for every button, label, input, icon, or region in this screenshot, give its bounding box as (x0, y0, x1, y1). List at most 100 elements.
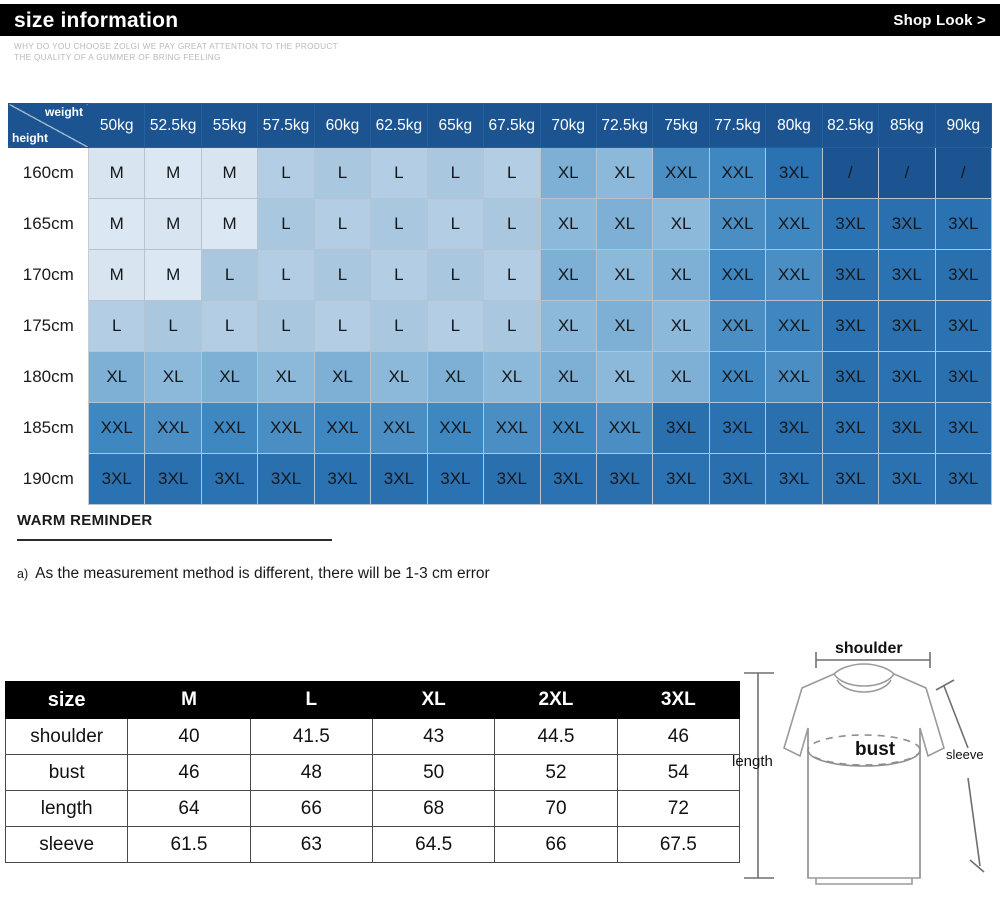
measurement-col-header-XL: XL (371, 681, 496, 719)
size-cell: 3XL (708, 402, 767, 454)
measurement-value: 67.5 (616, 826, 741, 863)
measurement-value: 46 (616, 718, 741, 755)
size-cell: XL (539, 351, 597, 403)
size-cell: L (144, 300, 202, 352)
size-cell: L (313, 249, 372, 301)
size-cell: XL (595, 351, 654, 403)
size-cell: XXL (483, 402, 541, 454)
size-cell: XL (595, 249, 654, 301)
size-cell: M (144, 198, 202, 250)
size-cell: 3XL (87, 453, 146, 505)
size-cell: L (313, 147, 372, 199)
size-cell: 3XL (595, 453, 654, 505)
size-cell: XXL (652, 147, 710, 199)
size-cell: XL (87, 351, 146, 403)
measurement-value: 66 (249, 790, 373, 827)
size-cell: 3XL (426, 453, 485, 505)
size-cell: 3XL (821, 249, 880, 301)
size-cell: 3XL (878, 198, 936, 250)
page-title: size information (14, 8, 179, 32)
measurement-row-label: bust (4, 754, 129, 791)
measurement-row-label: sleeve (4, 826, 129, 863)
size-cell: XXL (200, 402, 259, 454)
size-cell: L (87, 300, 146, 352)
size-cell: XXL (708, 300, 767, 352)
weight-header-4: 57.5kg (257, 103, 315, 148)
size-cell: 3XL (934, 300, 993, 352)
measurement-value: 63 (249, 826, 373, 863)
measurement-row: shoulder 40 41.5 43 44.5 46 (4, 718, 741, 755)
size-cell: XXL (708, 198, 767, 250)
size-cell: 3XL (934, 198, 993, 250)
size-cell: 3XL (878, 249, 936, 301)
size-cell: XL (370, 351, 428, 403)
warm-reminder-title: WARM REMINDER (17, 512, 153, 529)
measurement-value: 68 (371, 790, 496, 827)
height-label: 180cm (8, 351, 89, 403)
size-cell: 3XL (144, 453, 202, 505)
size-cell: L (257, 300, 315, 352)
size-cell: 3XL (313, 453, 372, 505)
matrix-row: 175cm L L L L L L L L XL XL XL XXL XXL 3XL 3XL 3XL (8, 300, 993, 352)
shop-look-link[interactable]: Shop Look > (893, 12, 1000, 29)
size-cell: 3XL (708, 453, 767, 505)
size-cell: L (257, 198, 315, 250)
warm-reminder: WARM REMINDER (17, 512, 332, 541)
size-cell: L (426, 198, 485, 250)
size-cell: 3XL (878, 453, 936, 505)
weight-header-15: 85kg (878, 103, 936, 148)
measurement-value: 48 (249, 754, 373, 791)
size-cell: 3XL (652, 402, 710, 454)
measurement-row-label: length (4, 790, 129, 827)
size-cell: XXL (765, 300, 823, 352)
garment-diagram: shoulder bust length sleeve (730, 628, 998, 898)
size-cell: L (483, 249, 541, 301)
height-label: 175cm (8, 300, 89, 352)
weight-header-9: 70kg (539, 103, 597, 148)
size-cell: L (313, 300, 372, 352)
measurement-value: 40 (127, 718, 251, 755)
size-cell: XL (539, 198, 597, 250)
size-cell: XL (200, 351, 259, 403)
measurement-col-header-2XL: 2XL (494, 681, 618, 719)
size-cell: XL (595, 198, 654, 250)
measurement-col-header-3XL: 3XL (616, 681, 741, 719)
size-cell: M (144, 249, 202, 301)
size-cell: XXL (370, 402, 428, 454)
size-cell: XL (539, 147, 597, 199)
diagram-length-label: length (732, 753, 773, 770)
measurement-value: 41.5 (249, 718, 373, 755)
matrix-corner-cell: weight height (8, 103, 89, 148)
measurement-table: size M L XL 2XL 3XL shoulder 40 41.5 43 44.5 46 bus… (4, 681, 741, 863)
size-cell: XXL (87, 402, 146, 454)
weight-header-8: 67.5kg (483, 103, 541, 148)
matrix-header-row: weight height 50kg 52.5kg 55kg 57.5kg 60kg 62… (8, 103, 993, 148)
weight-header-16: 90kg (934, 103, 993, 148)
measurement-value: 54 (616, 754, 741, 791)
height-label: 170cm (8, 249, 89, 301)
measurement-value: 64.5 (371, 826, 496, 863)
size-cell: XL (539, 300, 597, 352)
header-subtitle: WHY DO YOU CHOOSE ZOLGI WE PAY GREAT ATT… (14, 42, 339, 62)
size-cell: / (821, 147, 880, 199)
size-cell: L (426, 300, 485, 352)
weight-header-3: 55kg (200, 103, 259, 148)
size-cell: L (426, 147, 485, 199)
size-cell: L (313, 198, 372, 250)
size-cell: L (370, 300, 428, 352)
weight-header-14: 82.5kg (821, 103, 880, 148)
size-cell: XXL (313, 402, 372, 454)
size-cell: XL (652, 300, 710, 352)
size-cell: 3XL (539, 453, 597, 505)
size-cell: XXL (708, 351, 767, 403)
measurement-value: 64 (127, 790, 251, 827)
measurement-value: 72 (616, 790, 741, 827)
weight-header-6: 62.5kg (370, 103, 428, 148)
size-cell: XL (595, 147, 654, 199)
height-label: 190cm (8, 453, 89, 505)
weight-header-2: 52.5kg (144, 103, 202, 148)
size-cell: L (370, 249, 428, 301)
size-cell: XL (426, 351, 485, 403)
matrix-row: 185cm XXL XXL XXL XXL XXL XXL XXL XXL XXL XXL 3XL 3X… (8, 402, 993, 454)
measurement-col-header-L: L (249, 681, 373, 719)
